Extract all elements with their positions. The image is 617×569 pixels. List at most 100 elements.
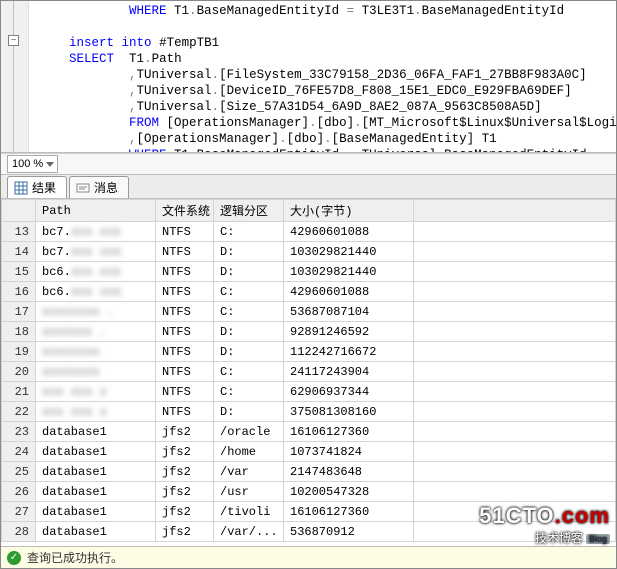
- cell-partition[interactable]: C:: [214, 282, 284, 302]
- cell-extra[interactable]: [414, 442, 616, 462]
- cell-filesystem[interactable]: NTFS: [156, 222, 214, 242]
- table-row[interactable]: 16bc6.xxx xxxNTFSC:42960601088: [2, 282, 616, 302]
- fold-toggle[interactable]: −: [8, 35, 19, 46]
- cell-partition[interactable]: D:: [214, 402, 284, 422]
- cell-extra[interactable]: [414, 402, 616, 422]
- cell-extra[interactable]: [414, 262, 616, 282]
- cell-partition[interactable]: /oracle: [214, 422, 284, 442]
- cell-filesystem[interactable]: jfs2: [156, 502, 214, 522]
- col-header-rownum[interactable]: [2, 200, 36, 222]
- cell-extra[interactable]: [414, 382, 616, 402]
- tab-results[interactable]: 结果: [7, 176, 67, 198]
- cell-filesystem[interactable]: NTFS: [156, 242, 214, 262]
- table-row[interactable]: 23database1jfs2/oracle16106127360: [2, 422, 616, 442]
- cell-path[interactable]: bc6.xxx xxx: [36, 282, 156, 302]
- cell-filesystem[interactable]: jfs2: [156, 462, 214, 482]
- table-row[interactable]: 17xxxxxxxx .NTFSC:53687087104: [2, 302, 616, 322]
- zoom-dropdown[interactable]: 100 %: [7, 155, 58, 173]
- cell-filesystem[interactable]: NTFS: [156, 382, 214, 402]
- cell-partition[interactable]: /tivoli: [214, 502, 284, 522]
- results-grid-container[interactable]: Path 文件系统 逻辑分区 大小(字节) 13bc7.xxx xxxNTFSC…: [1, 199, 616, 546]
- cell-path[interactable]: bc7.xxx xxx: [36, 222, 156, 242]
- cell-size[interactable]: 375081308160: [284, 402, 414, 422]
- cell-partition[interactable]: D:: [214, 342, 284, 362]
- cell-extra[interactable]: [414, 462, 616, 482]
- table-row[interactable]: 22xxx xxx xNTFSD:375081308160: [2, 402, 616, 422]
- cell-filesystem[interactable]: jfs2: [156, 482, 214, 502]
- col-header-part[interactable]: 逻辑分区: [214, 200, 284, 222]
- cell-path[interactable]: database1: [36, 482, 156, 502]
- table-row[interactable]: 21xxx xxx xNTFSC:62906937344: [2, 382, 616, 402]
- cell-extra[interactable]: [414, 322, 616, 342]
- cell-filesystem[interactable]: NTFS: [156, 362, 214, 382]
- cell-path[interactable]: database1: [36, 442, 156, 462]
- cell-extra[interactable]: [414, 522, 616, 542]
- cell-filesystem[interactable]: NTFS: [156, 282, 214, 302]
- cell-partition[interactable]: /usr: [214, 482, 284, 502]
- col-header-path[interactable]: Path: [36, 200, 156, 222]
- cell-path[interactable]: xxxxxxxx .: [36, 302, 156, 322]
- cell-path[interactable]: database1: [36, 502, 156, 522]
- cell-path[interactable]: xxxxxxxx: [36, 342, 156, 362]
- cell-partition[interactable]: C:: [214, 362, 284, 382]
- cell-filesystem[interactable]: NTFS: [156, 342, 214, 362]
- cell-partition[interactable]: D:: [214, 242, 284, 262]
- cell-size[interactable]: 42960601088: [284, 282, 414, 302]
- tab-messages[interactable]: 消息: [69, 176, 129, 198]
- cell-path[interactable]: xxx xxx x: [36, 382, 156, 402]
- col-header-extra[interactable]: [414, 200, 616, 222]
- cell-path[interactable]: database1: [36, 462, 156, 482]
- cell-size[interactable]: 42960601088: [284, 222, 414, 242]
- cell-filesystem[interactable]: NTFS: [156, 302, 214, 322]
- cell-size[interactable]: 24117243904: [284, 362, 414, 382]
- table-row[interactable]: 19xxxxxxxxNTFSD:112242716672: [2, 342, 616, 362]
- cell-filesystem[interactable]: jfs2: [156, 522, 214, 542]
- cell-path[interactable]: database1: [36, 422, 156, 442]
- sql-editor[interactable]: − WHERE T1.BaseManagedEntityId = T3LE3T1…: [1, 1, 616, 153]
- cell-path[interactable]: database1: [36, 522, 156, 542]
- cell-extra[interactable]: [414, 342, 616, 362]
- cell-partition[interactable]: C:: [214, 222, 284, 242]
- cell-extra[interactable]: [414, 502, 616, 522]
- table-row[interactable]: 13bc7.xxx xxxNTFSC:42960601088: [2, 222, 616, 242]
- cell-path[interactable]: bc7.xxx xxx: [36, 242, 156, 262]
- code-area[interactable]: WHERE T1.BaseManagedEntityId = T3LE3T1.B…: [29, 1, 616, 152]
- cell-size[interactable]: 16106127360: [284, 502, 414, 522]
- table-row[interactable]: 18xxxxxxx .NTFSD:92891246592: [2, 322, 616, 342]
- cell-partition[interactable]: /var: [214, 462, 284, 482]
- cell-size[interactable]: 103029821440: [284, 262, 414, 282]
- cell-path[interactable]: xxxxxxx .: [36, 322, 156, 342]
- col-header-size[interactable]: 大小(字节): [284, 200, 414, 222]
- cell-size[interactable]: 53687087104: [284, 302, 414, 322]
- cell-filesystem[interactable]: jfs2: [156, 422, 214, 442]
- col-header-fs[interactable]: 文件系统: [156, 200, 214, 222]
- cell-size[interactable]: 103029821440: [284, 242, 414, 262]
- table-row[interactable]: 15bc6.xxx xxxNTFSD:103029821440: [2, 262, 616, 282]
- cell-extra[interactable]: [414, 282, 616, 302]
- cell-extra[interactable]: [414, 242, 616, 262]
- table-row[interactable]: 24database1jfs2/home1073741824: [2, 442, 616, 462]
- cell-partition[interactable]: D:: [214, 322, 284, 342]
- cell-size[interactable]: 10200547328: [284, 482, 414, 502]
- cell-extra[interactable]: [414, 362, 616, 382]
- cell-extra[interactable]: [414, 222, 616, 242]
- cell-path[interactable]: xxxxxxxx: [36, 362, 156, 382]
- table-row[interactable]: 28database1jfs2/var/...536870912: [2, 522, 616, 542]
- cell-partition[interactable]: C:: [214, 382, 284, 402]
- cell-size[interactable]: 2147483648: [284, 462, 414, 482]
- cell-size[interactable]: 1073741824: [284, 442, 414, 462]
- cell-size[interactable]: 92891246592: [284, 322, 414, 342]
- cell-filesystem[interactable]: NTFS: [156, 262, 214, 282]
- table-row[interactable]: 27database1jfs2/tivoli16106127360: [2, 502, 616, 522]
- cell-path[interactable]: xxx xxx x: [36, 402, 156, 422]
- cell-extra[interactable]: [414, 302, 616, 322]
- cell-filesystem[interactable]: NTFS: [156, 402, 214, 422]
- table-row[interactable]: 14bc7.xxx xxxNTFSD:103029821440: [2, 242, 616, 262]
- cell-partition[interactable]: D:: [214, 262, 284, 282]
- cell-partition[interactable]: C:: [214, 302, 284, 322]
- table-row[interactable]: 25database1jfs2/var2147483648: [2, 462, 616, 482]
- cell-filesystem[interactable]: jfs2: [156, 442, 214, 462]
- cell-extra[interactable]: [414, 482, 616, 502]
- cell-partition[interactable]: /var/...: [214, 522, 284, 542]
- cell-filesystem[interactable]: NTFS: [156, 322, 214, 342]
